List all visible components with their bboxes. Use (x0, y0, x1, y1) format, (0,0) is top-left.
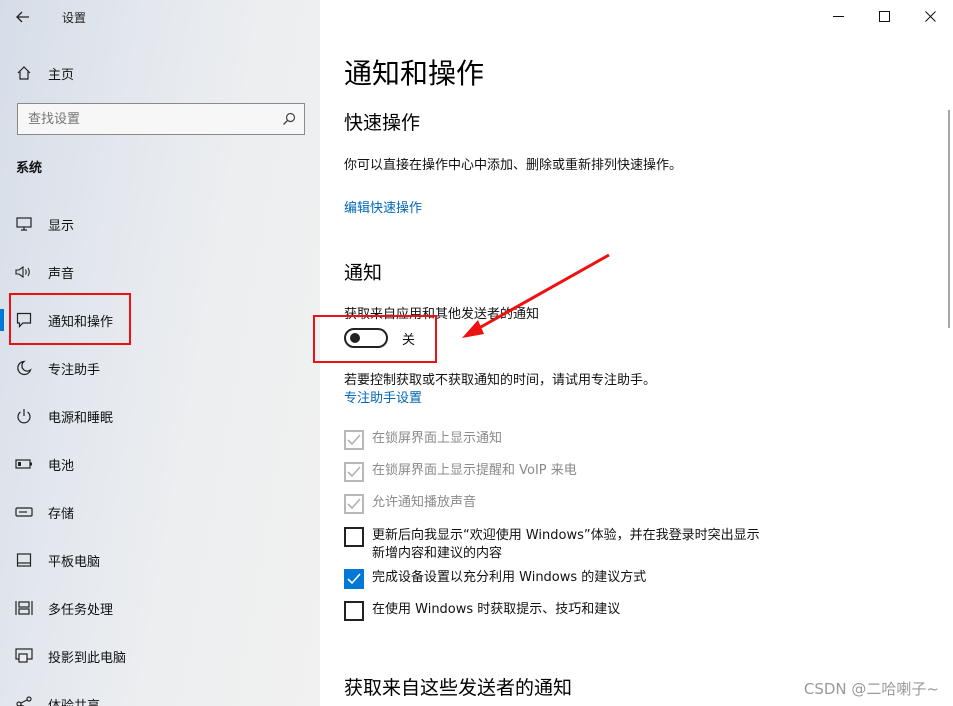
sidebar-item-multitasking[interactable]: 多任务处理 (0, 584, 320, 632)
focus-assist-description: 若要控制获取或不获取通知的时间，请试用专注助手。 (344, 373, 657, 388)
annotation-highlight-toggle (313, 315, 437, 363)
sidebar: 设置 主页 系统 显示 声音 通知和操作 专注助手 (0, 0, 320, 706)
sidebar-item-label: 体验共享 (48, 698, 101, 706)
project-icon (0, 648, 48, 664)
minimize-button[interactable] (815, 0, 861, 32)
sidebar-item-label: 平板电脑 (48, 554, 101, 570)
storage-icon (0, 507, 48, 517)
checkbox-row[interactable]: 在使用 Windows 时获取提示、技巧和建议 (344, 601, 620, 621)
search-input[interactable] (18, 104, 274, 134)
checkbox-welcome-experience[interactable] (344, 527, 364, 547)
speaker-icon (0, 265, 48, 279)
checkbox-row[interactable]: 完成设备设置以充分利用 Windows 的建议方式 (344, 569, 646, 589)
main-panel: 通知和操作 快速操作 你可以直接在操作中心中添加、删除或重新排列快速操作。 编辑… (313, 0, 953, 706)
checkbox-row[interactable]: 在锁屏界面上显示通知 (344, 430, 502, 450)
sidebar-item-focus-assist[interactable]: 专注助手 (0, 344, 320, 392)
senders-heading: 获取来自这些发送者的通知 (344, 677, 573, 699)
sidebar-item-power[interactable]: 电源和睡眠 (0, 392, 320, 440)
sidebar-item-shared-experiences[interactable]: 体验共享 (0, 680, 320, 706)
close-icon (924, 10, 936, 22)
section-title: 系统 (16, 161, 43, 176)
sidebar-item-sound[interactable]: 声音 (0, 248, 320, 296)
checkbox-row[interactable]: 允许通知播放声音 (344, 494, 476, 514)
checkbox-label: 在锁屏界面上显示通知 (372, 431, 503, 446)
search-box[interactable] (17, 103, 305, 135)
focus-assist-settings-link[interactable]: 专注助手设置 (344, 387, 422, 406)
back-arrow-icon (16, 11, 29, 23)
checkbox-tips[interactable] (344, 601, 364, 621)
checkbox-row[interactable]: 在锁屏界面上显示提醒和 VoIP 来电 (344, 462, 577, 482)
checkbox-label-line2: 新增内容和建议的内容 (372, 546, 503, 561)
power-icon (0, 408, 48, 424)
quick-actions-heading: 快速操作 (344, 112, 421, 134)
checkbox-label: 允许通知播放声音 (372, 495, 477, 510)
sidebar-item-storage[interactable]: 存储 (0, 488, 320, 536)
checkmark-icon (347, 498, 361, 510)
titlebar-left: 设置 (0, 0, 86, 34)
sidebar-item-label: 声音 (48, 266, 75, 282)
sidebar-item-project[interactable]: 投影到此电脑 (0, 632, 320, 680)
home-icon (0, 65, 48, 81)
sidebar-item-label: 存储 (48, 506, 75, 522)
sidebar-item-label: 电池 (48, 458, 75, 474)
minimize-icon (832, 15, 844, 17)
checkbox-lockscreen-notifications[interactable] (344, 430, 364, 450)
checkbox-notification-sounds[interactable] (344, 494, 364, 514)
annotation-highlight-sidebar (9, 293, 131, 345)
battery-icon (0, 459, 48, 469)
quick-actions-description: 你可以直接在操作中心中添加、删除或重新排列快速操作。 (344, 158, 683, 173)
window-controls (815, 0, 953, 32)
multitask-icon (0, 600, 48, 616)
maximize-button[interactable] (861, 0, 907, 32)
sidebar-item-label: 专注助手 (48, 362, 101, 378)
checkbox-label: 在锁屏界面上显示提醒和 VoIP 来电 (372, 463, 577, 478)
monitor-icon (0, 217, 48, 231)
checkbox-label: 更新后向我显示“欢迎使用 Windows”体验，并在我登录时突出显示 新增内容和建… (372, 527, 760, 563)
checkbox-label-line1: 更新后向我显示“欢迎使用 Windows”体验，并在我登录时突出显示 (372, 528, 760, 543)
app-title: 设置 (62, 10, 87, 25)
checkbox-device-setup[interactable] (344, 569, 364, 589)
page-title: 通知和操作 (344, 57, 485, 90)
checkbox-label: 完成设备设置以充分利用 Windows 的建议方式 (372, 570, 647, 585)
sidebar-nav: 显示 声音 通知和操作 专注助手 电源和睡眠 电池 存储 平板电脑 多任务处理 … (0, 200, 320, 706)
checkmark-icon (347, 466, 361, 478)
sidebar-item-label: 电源和睡眠 (48, 410, 114, 426)
notifications-heading: 通知 (344, 262, 383, 284)
maximize-icon (878, 10, 890, 22)
sidebar-item-display[interactable]: 显示 (0, 200, 320, 248)
checkbox-lockscreen-reminders[interactable] (344, 462, 364, 482)
checkbox-row[interactable]: 更新后向我显示“欢迎使用 Windows”体验，并在我登录时突出显示 新增内容和建… (344, 527, 760, 563)
tablet-icon (0, 552, 48, 568)
search-icon[interactable] (274, 112, 304, 126)
sidebar-item-label: 多任务处理 (48, 602, 114, 618)
checkbox-label: 在使用 Windows 时获取提示、技巧和建议 (372, 602, 621, 617)
sidebar-item-battery[interactable]: 电池 (0, 440, 320, 488)
edit-quick-actions-link[interactable]: 编辑快速操作 (344, 197, 422, 216)
moon-icon (0, 360, 48, 376)
scrollbar[interactable] (948, 110, 950, 328)
share-icon (0, 696, 48, 706)
home-label: 主页 (48, 67, 75, 83)
back-button[interactable] (0, 0, 46, 34)
sidebar-item-label: 显示 (48, 218, 75, 234)
close-button[interactable] (907, 0, 953, 32)
sidebar-item-home[interactable]: 主页 (0, 58, 320, 88)
sidebar-item-label: 投影到此电脑 (48, 650, 127, 666)
checkmark-icon (347, 573, 361, 585)
watermark: CSDN @二哈喇子~ (803, 680, 939, 698)
checkmark-icon (347, 434, 361, 446)
sidebar-item-tablet[interactable]: 平板电脑 (0, 536, 320, 584)
